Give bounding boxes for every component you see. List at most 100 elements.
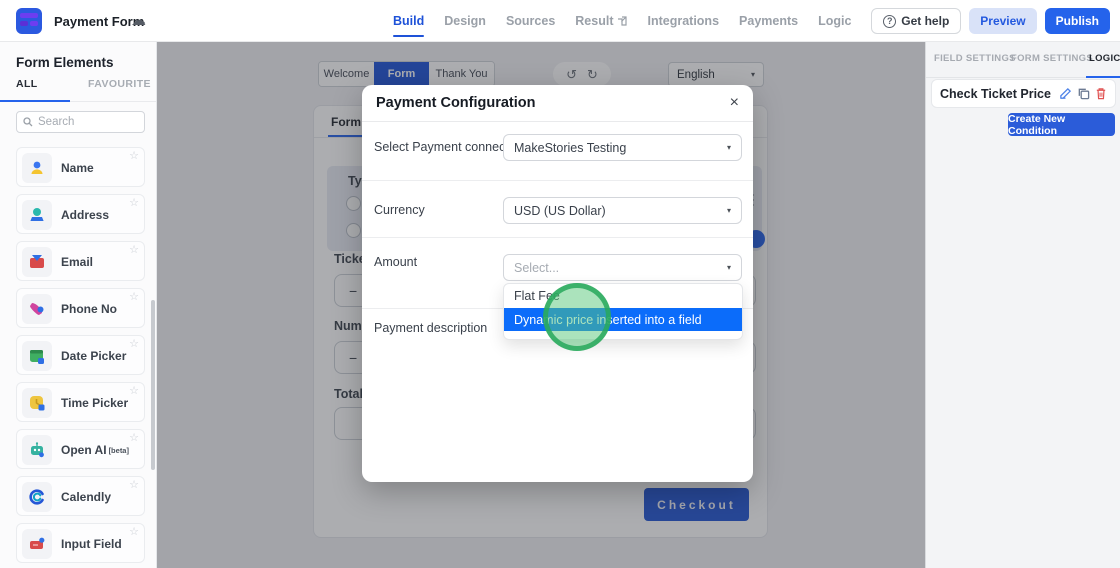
clock-icon	[22, 388, 52, 418]
sidebar-tabs: ALL FAVOURITE	[0, 78, 157, 102]
element-label: Calendly	[61, 477, 111, 517]
divider	[362, 237, 753, 238]
favourite-star-icon[interactable]: ☆	[129, 196, 139, 209]
element-label: Address	[61, 195, 109, 235]
chevron-down-icon: ▾	[727, 143, 731, 152]
favourite-star-icon[interactable]: ☆	[129, 384, 139, 397]
create-new-condition-button[interactable]: Create New Condition	[1008, 113, 1115, 136]
delete-icon[interactable]	[1095, 87, 1107, 100]
select-value: USD (US Dollar)	[514, 204, 606, 218]
form-elements-sidebar: Form Elements ALL FAVOURITE Name ☆ Addre…	[0, 42, 157, 568]
nav-result-label: Result	[575, 14, 613, 28]
amount-dropdown-list: Flat Fee Dynamic price inserted into a f…	[503, 283, 743, 340]
favourite-star-icon[interactable]: ☆	[129, 337, 139, 350]
element-phone[interactable]: Phone No ☆	[16, 288, 145, 328]
tab-favourite[interactable]: FAVOURITE	[88, 78, 151, 102]
cloud-save-icon: ☁	[131, 11, 146, 29]
modal-header: Payment Configuration ×	[362, 85, 753, 122]
favourite-star-icon[interactable]: ☆	[129, 149, 139, 162]
external-link-icon	[617, 16, 627, 26]
get-help-label: Get help	[901, 14, 949, 28]
select-value: MakeStories Testing	[514, 141, 626, 155]
favourite-star-icon[interactable]: ☆	[129, 525, 139, 538]
currency-select[interactable]: USD (US Dollar) ▾	[503, 197, 742, 224]
calendar-icon	[22, 341, 52, 371]
amount-select[interactable]: Select... ▾	[503, 254, 742, 281]
nav-sources[interactable]: Sources	[506, 14, 555, 28]
get-help-button[interactable]: ? Get help	[871, 8, 961, 34]
nav-build[interactable]: Build	[393, 14, 424, 28]
main-nav: Build Design Sources Result Integrations…	[393, 0, 851, 42]
select-placeholder: Select...	[514, 261, 559, 275]
nav-integrations[interactable]: Integrations	[647, 14, 719, 28]
element-search[interactable]	[16, 111, 145, 133]
favourite-star-icon[interactable]: ☆	[129, 290, 139, 303]
preview-button[interactable]: Preview	[969, 8, 1036, 34]
nav-logic[interactable]: Logic	[818, 14, 851, 28]
publish-button[interactable]: Publish	[1045, 8, 1110, 34]
duplicate-icon[interactable]	[1077, 87, 1090, 100]
search-input[interactable]	[38, 116, 128, 128]
nav-payments[interactable]: Payments	[739, 14, 798, 28]
settings-tabs: FIELD SETTINGS FORM SETTINGS LOGIC	[926, 42, 1120, 78]
condition-actions	[1059, 87, 1107, 100]
robot-icon	[22, 435, 52, 465]
top-navbar: Payment Form ☁ Build Design Sources Resu…	[0, 0, 1120, 42]
person-icon	[22, 153, 52, 183]
element-email[interactable]: Email ☆	[16, 241, 145, 281]
calendly-icon	[22, 482, 52, 512]
phone-icon	[22, 294, 52, 324]
open-ai-label: Open AI	[61, 443, 107, 457]
element-time-picker[interactable]: Time Picker ☆	[16, 382, 145, 422]
favourite-star-icon[interactable]: ☆	[129, 478, 139, 491]
element-label: Date Picker	[61, 336, 126, 376]
sidebar-scrollbar[interactable]	[151, 300, 155, 470]
payment-description-label: Payment description	[374, 321, 487, 335]
amount-label: Amount	[374, 255, 417, 269]
element-calendly[interactable]: Calendly ☆	[16, 476, 145, 516]
option-dynamic-price[interactable]: Dynamic price inserted into a field	[504, 308, 742, 331]
modal-title: Payment Configuration	[376, 95, 536, 111]
favourite-star-icon[interactable]: ☆	[129, 431, 139, 444]
tab-all[interactable]: ALL	[16, 78, 38, 102]
app-logo-icon	[16, 8, 42, 34]
element-name[interactable]: Name ☆	[16, 147, 145, 187]
address-pin-icon	[22, 200, 52, 230]
element-label: Time Picker	[61, 383, 128, 423]
currency-label: Currency	[374, 203, 425, 217]
element-input-field[interactable]: Input Field ☆	[16, 523, 145, 563]
condition-card[interactable]: Check Ticket Price	[931, 79, 1116, 108]
close-icon[interactable]: ×	[730, 95, 739, 111]
chevron-down-icon: ▾	[727, 263, 731, 272]
element-label: Name	[61, 148, 94, 188]
element-label: Phone No	[61, 289, 117, 329]
element-label: Open AI[beta]	[61, 430, 129, 470]
tab-form-settings[interactable]: FORM SETTINGS	[1011, 53, 1093, 64]
element-label: Input Field	[61, 524, 122, 564]
help-icon: ?	[883, 15, 896, 28]
top-actions: ? Get help Preview Publish	[871, 8, 1110, 34]
condition-name: Check Ticket Price	[940, 87, 1059, 101]
input-field-icon	[22, 529, 52, 559]
element-date-picker[interactable]: Date Picker ☆	[16, 335, 145, 375]
active-tab-underline	[1086, 76, 1120, 78]
element-open-ai[interactable]: Open AI[beta] ☆	[16, 429, 145, 469]
payment-connection-select[interactable]: MakeStories Testing ▾	[503, 134, 742, 161]
option-flat-fee[interactable]: Flat Fee	[504, 284, 742, 308]
edit-icon[interactable]	[1059, 87, 1072, 100]
payment-configuration-modal: Payment Configuration × Select Payment c…	[362, 85, 753, 482]
tab-logic[interactable]: LOGIC	[1089, 53, 1120, 64]
chevron-down-icon: ▾	[727, 206, 731, 215]
search-icon	[23, 117, 33, 127]
element-address[interactable]: Address ☆	[16, 194, 145, 234]
nav-result[interactable]: Result	[575, 14, 627, 28]
element-label: Email	[61, 242, 93, 282]
tab-field-settings[interactable]: FIELD SETTINGS	[934, 53, 1016, 64]
beta-badge: [beta]	[109, 446, 129, 455]
active-tab-underline	[0, 100, 70, 102]
sidebar-title: Form Elements	[16, 55, 114, 70]
envelope-icon	[22, 247, 52, 277]
app-root: Payment Form ☁ Build Design Sources Resu…	[0, 0, 1120, 568]
nav-design[interactable]: Design	[444, 14, 486, 28]
favourite-star-icon[interactable]: ☆	[129, 243, 139, 256]
